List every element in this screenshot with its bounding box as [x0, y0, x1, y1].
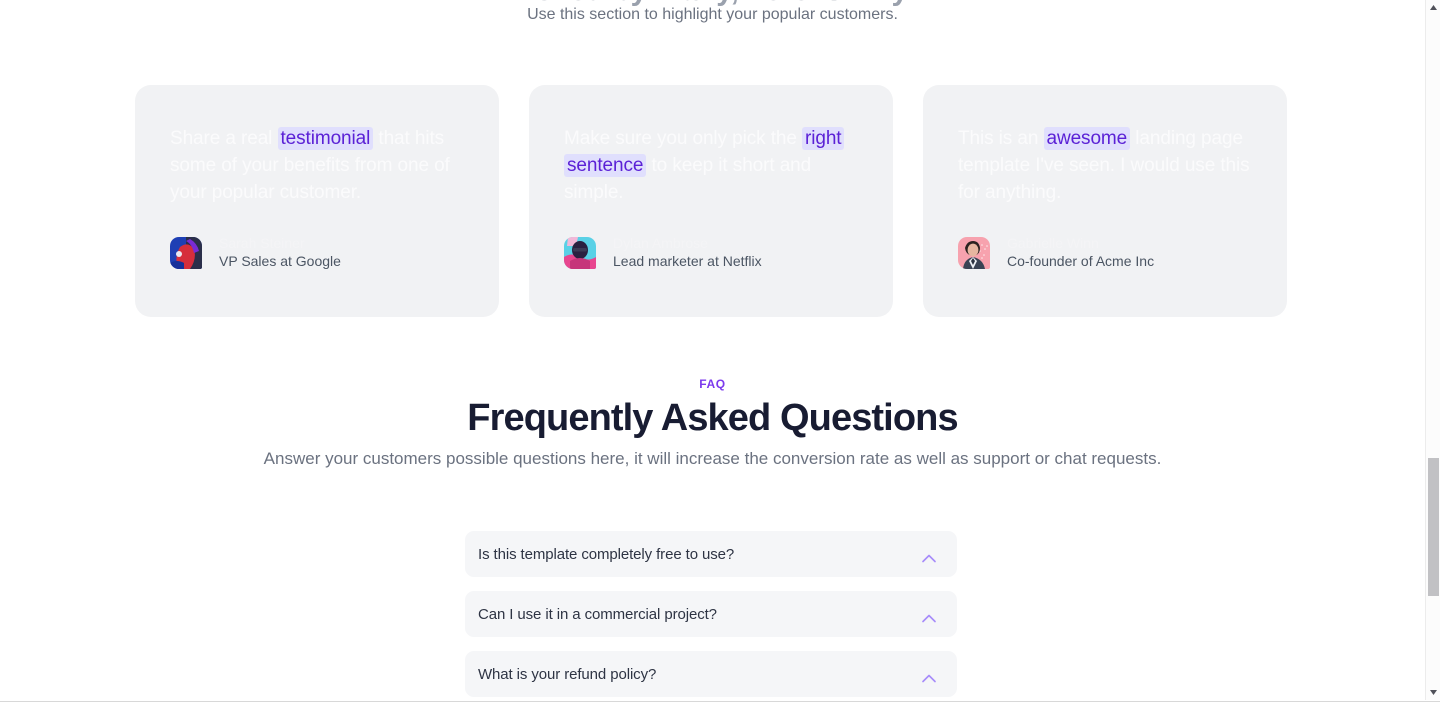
avatar-sarah-steiner — [170, 236, 202, 269]
faq-question-label: What is your refund policy? — [478, 665, 657, 683]
avatar-dylan-ambrose — [564, 236, 596, 269]
vertical-scrollbar-thumb[interactable] — [1428, 458, 1439, 596]
quote-part-before: This is an — [958, 128, 1044, 149]
author-role: Co-founder of Acme Inc — [1007, 253, 1155, 269]
section-subtitle: Use this section to highlight your popul… — [527, 6, 898, 23]
faq-accordion-item[interactable]: What is your refund policy? — [465, 651, 957, 697]
faq-eyebrow: FAQ — [699, 377, 726, 391]
faq-question-label: Is this template completely free to use? — [478, 545, 735, 563]
page-title: Frequently Asked Questions — [467, 397, 958, 439]
quote-part-before: Make sure you only pick the — [564, 128, 802, 149]
faq-question-label: Can I use it in a commercial project? — [478, 605, 717, 623]
testimonial-quote: This is an awesome landing page template… — [958, 125, 1252, 206]
chevron-up-icon[interactable] — [922, 670, 936, 682]
testimonial-card: Share a real testimonial that hits some … — [135, 85, 499, 317]
testimonial-author: Dylan Ambrose Lead marketer at Netflix — [564, 234, 762, 271]
testimonials-row: Share a real testimonial that hits some … — [135, 85, 1290, 317]
testimonial-author: Sarah Steiner VP Sales at Google — [170, 234, 341, 271]
author-name: Sarah Steiner — [219, 235, 305, 251]
browser-viewport: Loved by many, here is why Use this sect… — [0, 0, 1440, 707]
faq-accordion-item[interactable]: Can I use it in a commercial project? — [465, 591, 957, 637]
author-meta: Gabrielle Winn Co-founder of Acme Inc — [1007, 234, 1154, 271]
testimonial-author: Gabrielle Winn Co-founder of Acme Inc — [958, 234, 1154, 271]
quote-highlight: awesome — [1043, 127, 1131, 150]
scroll-up-arrow-icon[interactable] — [1426, 0, 1440, 15]
author-meta: Dylan Ambrose Lead marketer at Netflix — [613, 234, 762, 271]
horizontal-scrollbar[interactable] — [0, 701, 1440, 707]
author-meta: Sarah Steiner VP Sales at Google — [219, 234, 341, 271]
quote-highlight: testimonial — [277, 127, 374, 150]
author-role: VP Sales at Google — [219, 253, 341, 269]
avatar-gabrielle-winn — [958, 236, 990, 269]
author-name: Dylan Ambrose — [613, 235, 708, 251]
author-name: Gabrielle Winn — [1007, 235, 1099, 251]
scroll-down-arrow-icon[interactable] — [1426, 685, 1440, 700]
chevron-up-icon[interactable] — [922, 610, 936, 622]
faq-accordion: Is this template completely free to use?… — [465, 531, 957, 707]
testimonial-quote: Share a real testimonial that hits some … — [170, 125, 464, 206]
testimonial-card: This is an awesome landing page template… — [923, 85, 1287, 317]
page-content: Loved by many, here is why Use this sect… — [0, 0, 1425, 707]
faq-description: Answer your customers possible questions… — [263, 449, 1162, 468]
faq-accordion-item[interactable]: Is this template completely free to use? — [465, 531, 957, 577]
author-role: Lead marketer at Netflix — [613, 253, 762, 269]
quote-part-before: Share a real — [170, 128, 278, 149]
chevron-up-icon[interactable] — [922, 550, 936, 562]
testimonial-card: Make sure you only pick the right senten… — [529, 85, 893, 317]
testimonial-quote: Make sure you only pick the right senten… — [564, 125, 858, 206]
vertical-scrollbar[interactable] — [1425, 0, 1440, 700]
